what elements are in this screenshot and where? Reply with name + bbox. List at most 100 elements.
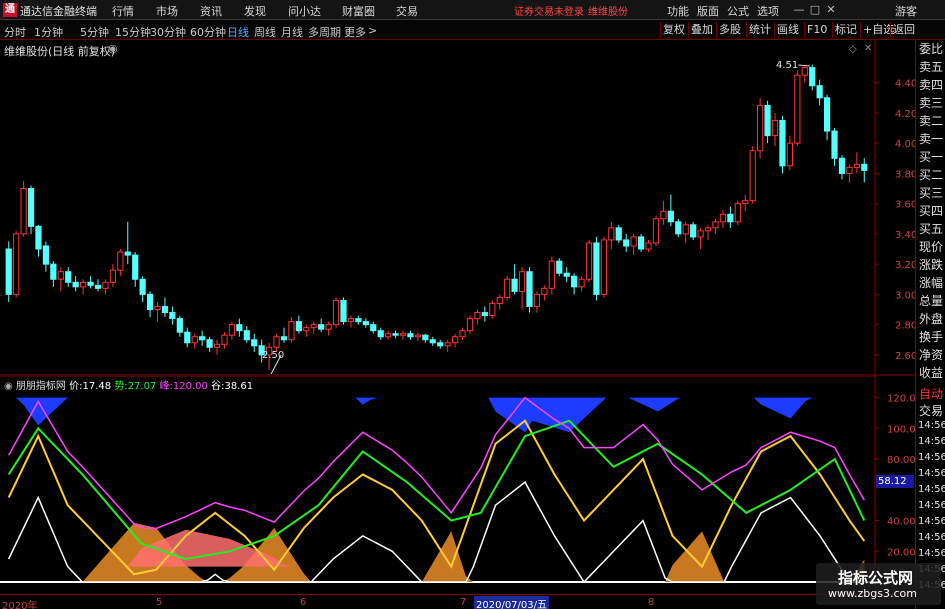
menu-options[interactable]: 选项: [757, 3, 779, 19]
candle-body: [57, 271, 64, 280]
period-monthly[interactable]: 月线: [281, 24, 303, 40]
minimize-icon[interactable]: —: [792, 2, 806, 17]
period-more[interactable]: 更多: [344, 24, 366, 40]
candle-body: [437, 342, 444, 347]
x-label-2020: 2020年: [2, 601, 38, 609]
candle-body: [593, 242, 600, 295]
candle-body: [176, 318, 183, 333]
menu-discover[interactable]: 发现: [244, 3, 266, 19]
statistics-button[interactable]: 统计: [746, 22, 773, 38]
candle-body: [489, 302, 496, 317]
legend-price-value: 17.48: [82, 381, 112, 392]
candle-body: [154, 305, 161, 311]
user-guest[interactable]: 游客: [895, 3, 917, 19]
trade-login-notice[interactable]: 证券交易未登录: [514, 3, 584, 18]
menu-layout[interactable]: 版面: [697, 3, 719, 19]
menu-formula[interactable]: 公式: [727, 3, 749, 19]
candle-body: [199, 336, 206, 341]
candle-body: [340, 299, 347, 323]
menu-market[interactable]: 市场: [156, 3, 178, 19]
quote-field-11: 现价: [919, 240, 944, 254]
indicator-chart-area[interactable]: 120.0 100.0 80.00 40.00 20.00: [0, 375, 916, 594]
candle-body: [414, 334, 422, 338]
tick-time-7: 14:56: [918, 532, 945, 543]
high-price-label: 4.51: [776, 60, 799, 71]
period-30min[interactable]: 30分钟: [150, 24, 186, 40]
diamond-icon[interactable]: ◇: [849, 44, 857, 55]
f10-button[interactable]: F10: [804, 22, 829, 38]
multi-stock-button[interactable]: 多股: [716, 22, 743, 38]
period-weekly[interactable]: 周线: [254, 24, 276, 40]
back-button[interactable]: 返回: [890, 22, 917, 38]
period-5min[interactable]: 5分钟: [80, 24, 109, 40]
quote-field-1: 卖五: [919, 60, 944, 74]
candle-body: [608, 227, 615, 241]
period-multi[interactable]: 多周期: [308, 24, 341, 40]
overlay-button[interactable]: 叠加: [688, 22, 715, 38]
trade-label[interactable]: 交易: [919, 402, 943, 420]
candle-body: [719, 213, 727, 223]
price-tick-label: 4.40: [895, 79, 915, 90]
candle-body: [146, 293, 154, 311]
candle-body: [459, 330, 466, 338]
quote-field-15: 外盘: [919, 312, 944, 326]
maximize-icon[interactable]: □: [808, 2, 822, 17]
tick-time-2: 14:56: [918, 452, 945, 463]
candle-body: [518, 271, 526, 292]
period-tick[interactable]: 分时: [4, 24, 26, 40]
tick-time-3: 14:56: [918, 468, 945, 479]
menu-quotes[interactable]: 行情: [112, 3, 134, 19]
close-panel-icon[interactable]: ✕: [864, 43, 872, 54]
candle-body: [407, 333, 414, 338]
period-15min[interactable]: 15分钟: [115, 24, 151, 40]
period-60min[interactable]: 60分钟: [190, 24, 226, 40]
indicator-chart[interactable]: 120.0 100.0 80.00 40.00 20.00: [0, 375, 916, 594]
x-label-june: 6: [300, 597, 307, 608]
quote-field-16: 换手: [919, 330, 944, 344]
x-label-may: 5: [156, 597, 163, 608]
candle-body: [422, 334, 429, 341]
candle-body: [80, 281, 87, 288]
candle-body: [630, 236, 637, 247]
indicator-tick-label: 120.0: [887, 394, 915, 405]
candle-body: [533, 293, 541, 307]
close-icon[interactable]: ✕: [824, 2, 838, 17]
menu-trade[interactable]: 交易: [396, 3, 418, 19]
legend-trend-value: 27.07: [127, 381, 157, 392]
candle-body: [109, 269, 116, 283]
candle-body: [652, 218, 660, 244]
candle-body: [548, 260, 555, 289]
period-daily[interactable]: 日线: [227, 24, 249, 40]
candlestick-chart[interactable]: 4.40 4.20 4.00 3.80 3.60 3.40 3.20 3.00 2.80 2.60: [0, 40, 917, 376]
menu-assistant[interactable]: 问小达: [288, 3, 321, 19]
adjust-button[interactable]: 复权: [660, 22, 687, 38]
settings-circle-icon[interactable]: ◉: [108, 42, 118, 55]
candle-body: [838, 157, 846, 174]
menu-news[interactable]: 资讯: [200, 3, 222, 19]
tick-time-0: 14:56: [918, 420, 945, 431]
price-tick-label: 3.60: [895, 200, 915, 211]
candle-body: [667, 210, 674, 223]
indicator-legend: ◉ 朋朋指标网 价:17.48 势:27.07 峰:120.00 谷:38.61: [4, 377, 253, 392]
candle-body: [251, 339, 258, 347]
candlestick-chart-area[interactable]: 4.40 4.20 4.00 3.80 3.60 3.40 3.20 3.00 2.80 2.60…: [0, 40, 917, 376]
indicator-tick-label: 20.00: [887, 547, 915, 558]
candle-body: [749, 150, 756, 202]
auto-label[interactable]: 自动: [919, 385, 943, 403]
draw-line-button[interactable]: 画线: [774, 22, 801, 38]
candle-body: [310, 324, 317, 329]
stock-name-link[interactable]: 维维股份: [588, 3, 628, 18]
period-1min[interactable]: 1分钟: [34, 24, 63, 40]
legend-price-label: 价:: [69, 381, 83, 392]
indicator-settings-icon[interactable]: ◉: [4, 381, 13, 392]
price-tick-label: 2.60: [895, 351, 915, 362]
menu-wealth[interactable]: 财富圈: [342, 3, 375, 19]
candle-body: [563, 272, 570, 277]
legend-trend-label: 势:: [114, 381, 128, 392]
candle-body: [50, 263, 57, 280]
mark-button[interactable]: 标记: [832, 22, 859, 38]
candle-body: [571, 275, 578, 288]
candle-body: [779, 119, 786, 167]
menu-function[interactable]: 功能: [667, 3, 689, 19]
candle-body: [280, 336, 288, 341]
